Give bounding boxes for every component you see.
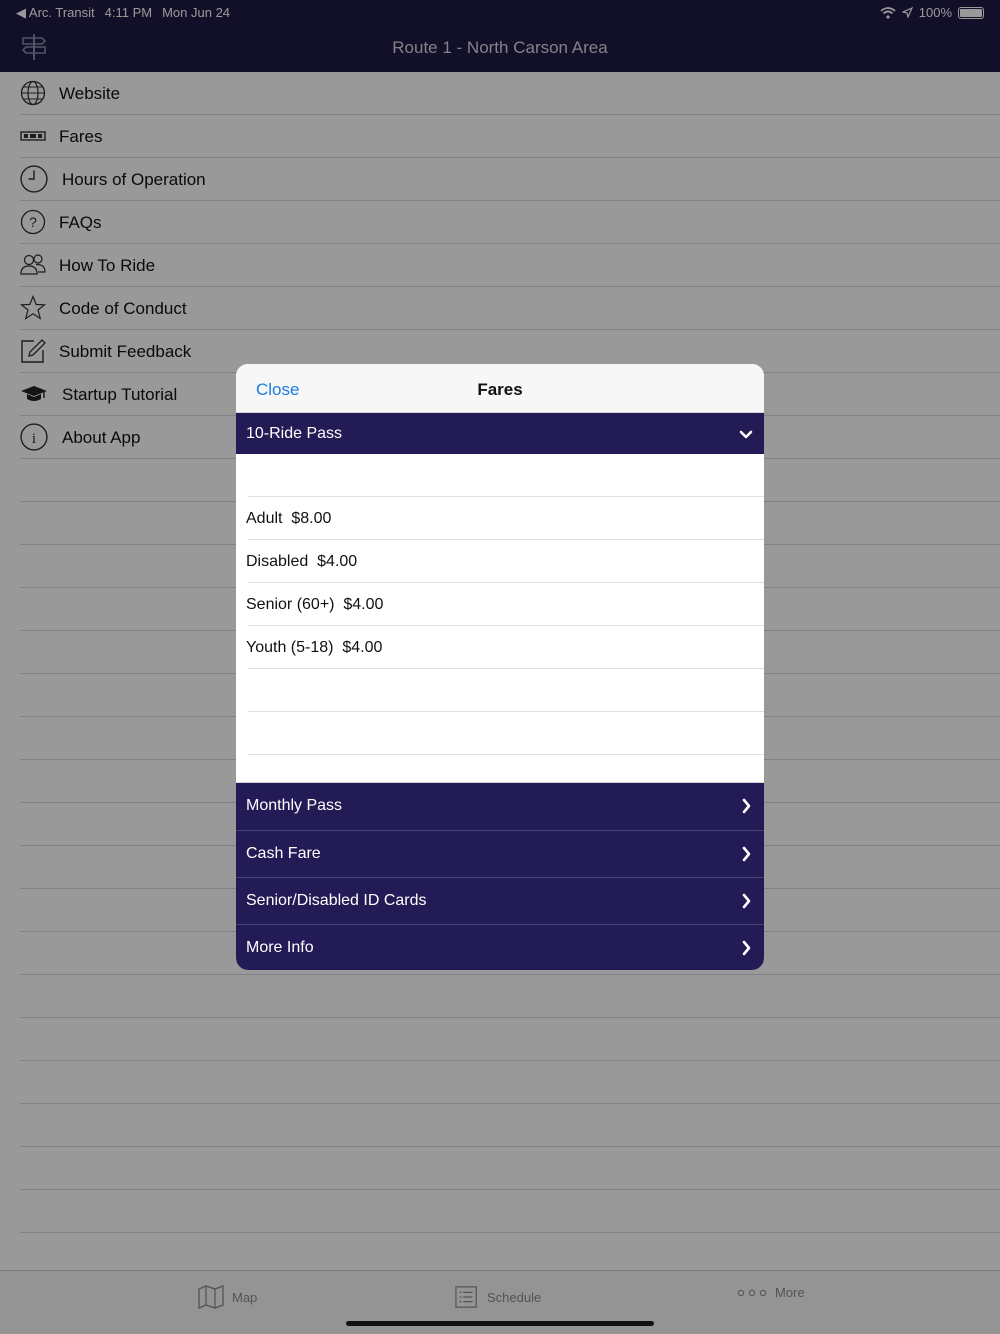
home-indicator[interactable] [346, 1321, 654, 1326]
accordion-monthly-pass[interactable]: Monthly Pass [236, 783, 764, 830]
accordion-label: Senior/Disabled ID Cards [246, 892, 427, 909]
accordion-more-info[interactable]: More Info [236, 924, 764, 970]
fare-row [248, 712, 764, 755]
accordion-10-ride-pass[interactable]: 10-Ride Pass [236, 413, 764, 454]
modal-title: Fares [477, 380, 523, 399]
accordion-label: 10-Ride Pass [246, 425, 343, 442]
fare-text: Adult $8.00 [246, 510, 332, 527]
fare-text: Youth (5-18) $4.00 [246, 639, 383, 656]
fare-row [248, 454, 764, 497]
fare-text: Disabled $4.00 [246, 553, 358, 570]
fare-row: Disabled $4.00 [246, 540, 764, 583]
fares-modal: Close Fares 10-Ride Pass Adult $8.00 Dis… [236, 364, 764, 970]
chevron-right-icon [742, 940, 751, 956]
fare-row: Senior (60+) $4.00 [246, 583, 764, 626]
fare-row [248, 669, 764, 712]
accordion-cash-fare[interactable]: Cash Fare [236, 830, 764, 877]
modal-header: Close Fares [236, 364, 764, 413]
fare-list: Adult $8.00 Disabled $4.00 Senior (60+) … [236, 454, 764, 783]
accordion-label: More Info [246, 939, 314, 956]
chevron-down-icon [739, 430, 753, 439]
fare-row: Youth (5-18) $4.00 [246, 626, 764, 669]
fare-text: Senior (60+) $4.00 [246, 596, 384, 613]
chevron-right-icon [742, 893, 751, 909]
accordion-senior-disabled-id-cards[interactable]: Senior/Disabled ID Cards [236, 877, 764, 924]
chevron-right-icon [742, 798, 751, 814]
accordion-label: Monthly Pass [246, 797, 343, 814]
chevron-right-icon [742, 846, 751, 862]
accordion-label: Cash Fare [246, 845, 321, 862]
fare-row: Adult $8.00 [246, 497, 764, 540]
